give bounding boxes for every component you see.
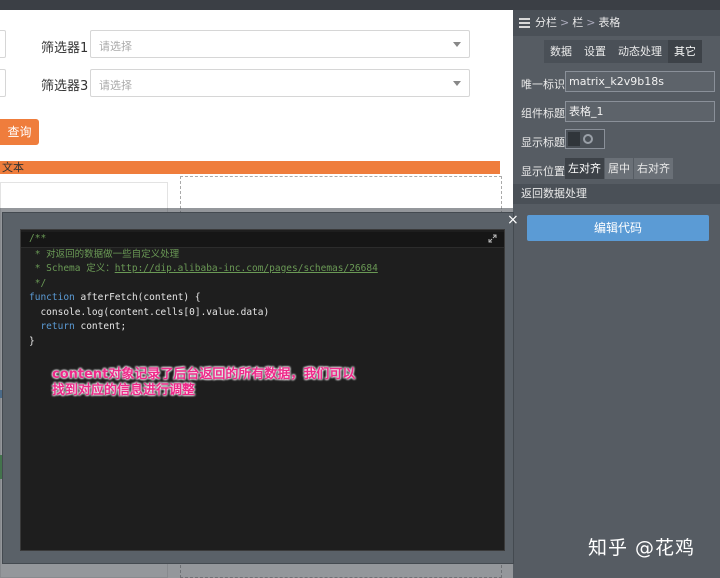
watermark: 知乎 @花鸡 <box>588 537 696 559</box>
align-button-group: 左对齐 居中 右对齐 <box>565 158 674 179</box>
query-button[interactable]: 查询 <box>0 119 39 145</box>
code-keyword: return <box>29 321 75 332</box>
align-center-button[interactable]: 居中 <box>605 158 634 179</box>
id-label: 唯一标识 <box>521 78 565 91</box>
filter-label-3: 筛选器3 <box>41 79 89 94</box>
breadcrumb: 分栏 > 栏 > 表格 <box>513 10 720 36</box>
annotation-line: 找到对应的信息进行调整 <box>52 383 196 398</box>
close-icon[interactable]: × <box>507 212 519 228</box>
expand-icon[interactable] <box>488 234 497 243</box>
property-panel: 分栏 > 栏 > 表格 数据 设置 动态处理 其它 唯一标识 matrix_k2v9b1… <box>513 0 720 578</box>
select-placeholder: 请选择 <box>99 79 132 92</box>
tab-other[interactable]: 其它 <box>668 40 702 63</box>
align-right-button[interactable]: 右对齐 <box>634 158 674 179</box>
tab-dynamic[interactable]: 动态处理 <box>612 40 668 63</box>
filter-select-partial[interactable] <box>0 30 6 58</box>
breadcrumb-item[interactable]: 分栏 <box>535 16 557 29</box>
chevron-down-icon <box>453 81 461 86</box>
title-label: 组件标题 <box>521 107 565 120</box>
filter-select-1[interactable]: 请选择 <box>90 30 470 58</box>
chevron-down-icon <box>453 42 461 47</box>
toggle-track <box>568 132 580 146</box>
code-text: afterFetch(content) { <box>74 292 201 303</box>
select-placeholder: 请选择 <box>99 40 132 53</box>
tree-icon[interactable] <box>519 18 530 28</box>
id-field[interactable]: matrix_k2v9b18s <box>565 71 715 92</box>
filter-label-1: 筛选器1 <box>41 41 89 56</box>
code-line: console.log(content.cells[0].value.data) <box>29 306 270 318</box>
top-toolbar-strip <box>0 0 513 10</box>
code-line: /** <box>21 232 504 248</box>
code-line: * 对返回的数据做一些自定义处理 <box>29 248 180 260</box>
breadcrumb-item[interactable]: 栏 <box>572 16 583 29</box>
property-tabs: 数据 设置 动态处理 其它 <box>544 40 702 63</box>
code-line: * Schema 定义： <box>29 263 115 274</box>
annotation-text: content对象记录了后台返回的所有数据，我们可以 找到对应的信息进行调整 <box>52 367 355 399</box>
filter-select-partial-2[interactable] <box>0 69 6 97</box>
title-field[interactable]: 表格_1 <box>565 101 715 122</box>
code-line: */ <box>29 277 47 289</box>
tab-settings[interactable]: 设置 <box>578 40 612 63</box>
align-left-button[interactable]: 左对齐 <box>565 158 605 179</box>
annotation-line: content对象记录了后台返回的所有数据，我们可以 <box>52 367 356 382</box>
filter-select-3[interactable]: 请选择 <box>90 69 470 97</box>
code-text: content; <box>74 321 127 332</box>
edit-code-button[interactable]: 编辑代码 <box>527 215 709 241</box>
code-keyword: function <box>29 292 75 303</box>
data-processing-section: 返回数据处理 <box>513 184 720 204</box>
code-line: } <box>29 335 35 347</box>
breadcrumb-item[interactable]: 表格 <box>598 16 620 29</box>
show-title-toggle[interactable] <box>565 129 605 149</box>
schema-link[interactable]: http://dip.alibaba-inc.com/pages/schemas… <box>115 263 378 274</box>
text-component-bar[interactable]: 文本 <box>0 161 500 174</box>
position-label: 显示位置 <box>521 165 565 178</box>
toggle-knob-icon <box>583 134 593 144</box>
show-title-label: 显示标题 <box>521 136 565 149</box>
tab-data[interactable]: 数据 <box>544 40 578 63</box>
panel-top-strip <box>513 0 720 10</box>
